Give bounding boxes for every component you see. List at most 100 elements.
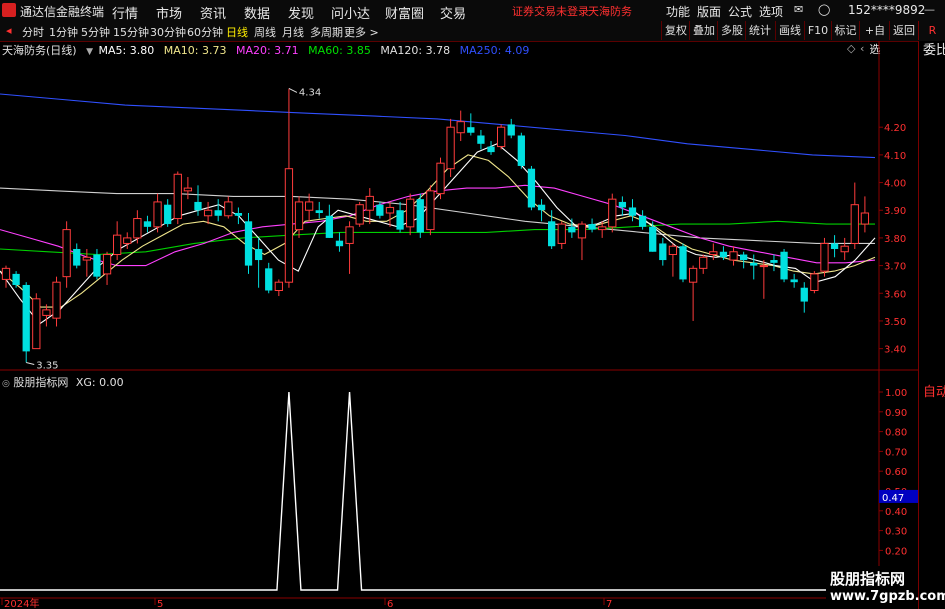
candle-body-down — [194, 201, 202, 211]
price-axis: 4.20 4.10 4.00 3.90 3.80 3.70 3.60 3.50 3.40 — [879, 123, 906, 356]
price-tick-label: 4.20 — [884, 123, 906, 134]
candle-body-up — [123, 237, 132, 244]
candle-body-down — [507, 124, 515, 136]
candle-body-up — [42, 309, 51, 316]
watermark-title: 股朋指标网 — [830, 570, 906, 588]
candle-body-down — [12, 273, 20, 285]
xg-signal-line — [0, 391, 873, 591]
ma-line-ma250 — [0, 93, 876, 159]
candle-body-down — [396, 210, 404, 230]
kline-chart[interactable]: 4.34 3.35 4.20 4.10 4.00 3.90 3.80 3.70 3.60 3.5… — [0, 0, 918, 609]
candle-body-up — [1, 267, 11, 280]
candle-body-up — [173, 173, 182, 220]
candle-body-down — [376, 204, 384, 216]
time-tick-label: 7 — [606, 599, 612, 609]
candle-body-up — [345, 226, 354, 244]
candle-body-down — [537, 204, 546, 211]
candle-body-down — [628, 207, 637, 216]
candle-body-down — [22, 284, 30, 352]
candle-body-down — [467, 127, 475, 133]
price-tick-label: 4.10 — [884, 151, 906, 162]
minimize-icon[interactable]: — — [924, 3, 935, 16]
candle-body-up — [850, 204, 859, 244]
candle-body-up — [183, 187, 193, 192]
candle-body-down — [790, 279, 798, 283]
candle-body-up — [62, 229, 71, 278]
indicator-tick-label: 0.30 — [885, 527, 907, 538]
candle-body-up — [406, 198, 415, 228]
candle-body-down — [416, 199, 424, 233]
candle-body-down — [780, 251, 788, 280]
candle-body-up — [32, 298, 41, 350]
candle-body-up — [355, 204, 364, 225]
indicator-tick-label: 0.60 — [885, 467, 907, 478]
candle-body-up — [709, 251, 718, 256]
candle-body-down — [719, 251, 728, 258]
candle-body-down — [315, 210, 323, 213]
candle-body-down — [659, 243, 667, 261]
candle-body-up — [456, 121, 465, 134]
candle-body-down — [487, 146, 495, 153]
sidebar-item-0[interactable]: 委比 — [921, 41, 945, 60]
indicator-series: 1.000.900.800.700.600.500.400.300.200.10… — [0, 388, 918, 591]
price-tick-label: 3.40 — [884, 345, 906, 356]
ma-lines — [0, 93, 876, 325]
watermark: 股朋指标网 www.7gpzb.com — [826, 566, 945, 609]
candle-body-down — [527, 168, 536, 208]
candle-body-down — [93, 254, 101, 277]
quote-sidebar: 委比卖五卖四卖三卖二卖一买一买二买三买四买五现价涨跌涨幅总量外盘换手净资收益 自… — [918, 41, 945, 609]
watermark-url: www.7gpzb.com — [830, 589, 945, 604]
price-tick-label: 3.80 — [884, 234, 906, 245]
candle-body-up — [113, 234, 122, 256]
price-tick-label: 4.00 — [884, 179, 906, 190]
candle-body-up — [699, 256, 708, 269]
sidebar-time-0: 自动 — [923, 385, 945, 400]
candle-body-up — [688, 267, 698, 283]
candle-body-down — [143, 221, 152, 227]
indicator-tick-label: 0.70 — [885, 447, 907, 458]
low-marker — [26, 361, 35, 365]
sidebar-toggle-icon[interactable]: R — [918, 21, 945, 40]
candle-body-up — [305, 201, 314, 211]
low-label: 3.35 — [36, 360, 58, 371]
indicator-tick-label: 0.20 — [885, 546, 907, 557]
indicator-tick-label: 0.90 — [885, 408, 907, 419]
candle-body-up — [840, 245, 849, 253]
candle-body-up — [436, 162, 445, 195]
candle-body-down — [618, 201, 627, 208]
candle-body-up — [668, 245, 678, 256]
price-tick-label: 3.60 — [884, 289, 906, 300]
time-axis: 2024年 5 6 7 — [1, 597, 612, 609]
candle-body-up — [294, 201, 304, 231]
candle-body-up — [274, 281, 283, 292]
candle-body-down — [164, 204, 172, 225]
candle-body-down — [335, 240, 344, 247]
candle-body-up — [860, 212, 870, 225]
price-tick-label: 3.70 — [884, 262, 906, 273]
candle-body-down — [649, 226, 657, 252]
time-tick-label: 2024年 — [4, 597, 39, 609]
candle-body-up — [52, 281, 61, 319]
candle-body-up — [365, 195, 374, 211]
candle-body-down — [740, 254, 748, 261]
candle-body-down — [517, 135, 525, 166]
candle-body-down — [73, 248, 81, 266]
candle-body-up — [577, 223, 587, 239]
candle-body-up — [810, 273, 819, 291]
price-tick-label: 3.50 — [884, 317, 906, 328]
indicator-tick-label: 1.00 — [885, 388, 907, 399]
candle-body-down — [254, 248, 263, 261]
indicator-tick-label: 0.80 — [885, 428, 907, 439]
candle-body-down — [830, 243, 839, 249]
high-marker — [288, 87, 298, 93]
candle-body-down — [800, 287, 808, 302]
candle-body-down — [679, 246, 687, 280]
candle-body-down — [265, 268, 273, 291]
candle-body-down — [325, 215, 333, 238]
time-tick-label: 6 — [387, 599, 393, 609]
indicator-current-value: 0.47 — [882, 493, 904, 504]
candle-body-up — [598, 226, 607, 231]
candle-body-down — [750, 262, 758, 266]
candle-body-up — [759, 265, 768, 268]
candle-body-up — [446, 126, 455, 170]
